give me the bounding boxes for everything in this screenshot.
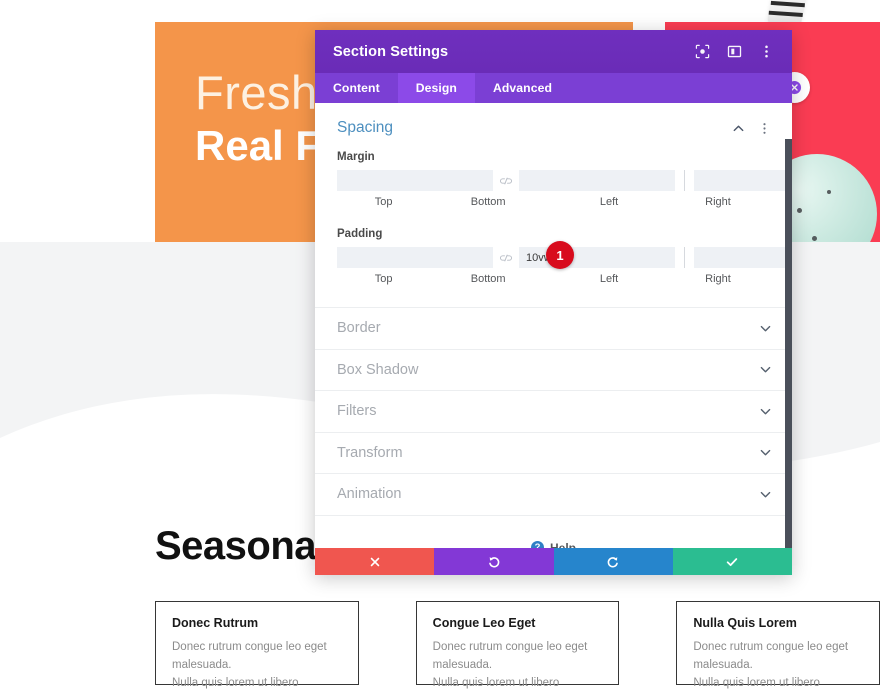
more-vertical-icon[interactable]	[758, 44, 774, 60]
modal-header: Section Settings	[315, 30, 792, 73]
link-values-icon[interactable]	[493, 170, 519, 191]
cancel-button[interactable]	[315, 548, 435, 575]
feature-card: Congue Leo Eget Donec rutrum congue leo …	[415, 601, 620, 689]
question-circle-icon: ?	[530, 541, 544, 548]
chevron-down-icon	[758, 321, 772, 335]
accordion-label: Border	[337, 320, 381, 337]
x-icon	[370, 557, 379, 566]
padding-label: Padding	[337, 228, 383, 240]
padding-top-input[interactable]	[337, 247, 493, 268]
tab-content[interactable]: Content	[315, 73, 398, 103]
modal-scrollbar[interactable]	[785, 103, 792, 548]
feature-card: Nulla Quis Lorem Donec rutrum congue leo…	[676, 601, 880, 689]
card-body-line2: Nulla quis lorem ut libero malesua	[432, 676, 560, 689]
card-title: Nulla Quis Lorem	[693, 616, 797, 630]
accordion-item-filters[interactable]: Filters	[315, 391, 792, 433]
seasonal-heading: Seasona	[155, 524, 317, 568]
field-divider	[684, 247, 685, 268]
chevron-down-icon	[758, 487, 772, 501]
margin-bottom-label: Bottom	[470, 196, 506, 208]
margin-top-bottom-pair	[337, 170, 675, 191]
padding-bottom-input[interactable]	[519, 247, 675, 268]
margin-left-input[interactable]	[694, 170, 792, 191]
help-link[interactable]: ? Help	[315, 540, 792, 549]
padding-right-label: Right	[705, 273, 731, 285]
padding-labels-row: Top Bottom Left Right	[337, 273, 772, 285]
scrollbar-thumb[interactable]	[785, 139, 792, 548]
accordion-label: Box Shadow	[337, 361, 419, 378]
modal-tabs: Content Design Advanced	[315, 73, 792, 103]
chevron-up-icon[interactable]	[731, 121, 746, 136]
step-badge: 1	[546, 241, 574, 269]
check-icon	[727, 557, 738, 566]
chevron-down-icon	[758, 404, 772, 418]
undo-button[interactable]	[434, 548, 554, 575]
margin-labels-row: Top Bottom Left Right	[337, 196, 772, 208]
feature-card: Donec Rutrum Donec rutrum congue leo ege…	[155, 601, 359, 689]
focus-target-icon[interactable]	[694, 44, 710, 60]
accordion-label: Animation	[337, 486, 402, 503]
link-values-icon[interactable]	[493, 247, 519, 268]
card-title: Congue Leo Eget	[432, 616, 536, 630]
spacing-section-title: Spacing	[337, 119, 394, 136]
redo-icon	[607, 556, 618, 567]
margin-left-right-pair	[694, 170, 792, 191]
help-label: Help	[549, 540, 576, 549]
more-vertical-icon[interactable]	[757, 121, 772, 136]
design-accordion: Border Box Shadow Filters Transform Anim…	[315, 307, 792, 516]
padding-top-bottom-pair	[337, 247, 675, 268]
margin-inputs-row	[337, 170, 792, 191]
padding-inputs-row: 1	[337, 241, 792, 269]
chevron-down-icon	[758, 363, 772, 377]
margin-bottom-input[interactable]	[519, 170, 675, 191]
padding-left-input[interactable]	[694, 247, 792, 268]
padding-left-right-pair	[694, 247, 792, 268]
card-body-line1: Donec rutrum congue leo eget malesuada.	[432, 641, 588, 671]
margin-field-group: Margin Top Bottom Left Right	[315, 145, 792, 208]
tab-advanced[interactable]: Advanced	[475, 73, 570, 103]
modal-header-actions	[694, 44, 778, 60]
card-body-line1: Donec rutrum congue leo eget malesuada.	[693, 641, 849, 671]
margin-left-label: Left	[599, 196, 619, 208]
accordion-label: Transform	[337, 444, 403, 461]
spacing-section-header: Spacing	[315, 103, 792, 145]
feature-cards: Donec Rutrum Donec rutrum congue leo ege…	[155, 601, 880, 689]
card-body-line2: Nulla quis lorem ut libero malesua	[693, 676, 820, 689]
margin-label: Margin	[337, 151, 375, 163]
card-title: Donec Rutrum	[172, 616, 259, 630]
margin-top-input[interactable]	[337, 170, 493, 191]
padding-bottom-label: Bottom	[470, 273, 506, 285]
card-body-line2: Nulla quis lorem ut libero malesua	[172, 676, 299, 689]
field-divider	[684, 170, 685, 191]
modal-footer	[315, 548, 792, 575]
modal-title: Section Settings	[333, 43, 449, 60]
page-root: Fresh I Real F Seasona Donec Rutrum Done…	[0, 0, 880, 692]
modal-body: Spacing Margin Top Bottom Left Right Pad…	[315, 103, 792, 548]
padding-left-label: Left	[599, 273, 619, 285]
redo-button[interactable]	[553, 548, 673, 575]
padding-field-group: Padding 10vw 1 Top Bottom Left Right	[315, 222, 792, 285]
undo-icon	[489, 556, 500, 567]
chevron-down-icon	[758, 446, 772, 460]
accordion-item-transform[interactable]: Transform	[315, 433, 792, 474]
section-settings-modal: Section Settings Content Design Advanced…	[315, 30, 792, 575]
card-body-line1: Donec rutrum congue leo eget malesuada.	[172, 641, 327, 671]
save-button[interactable]	[672, 548, 792, 575]
accordion-item-animation[interactable]: Animation	[315, 474, 792, 516]
margin-right-label: Right	[705, 196, 731, 208]
accordion-item-border[interactable]: Border	[315, 308, 792, 350]
tab-design[interactable]: Design	[397, 73, 475, 103]
split-panel-icon[interactable]	[726, 44, 742, 60]
padding-top-label: Top	[374, 273, 393, 285]
accordion-item-box-shadow[interactable]: Box Shadow	[315, 350, 792, 391]
accordion-label: Filters	[337, 403, 377, 420]
margin-top-label: Top	[374, 196, 393, 208]
